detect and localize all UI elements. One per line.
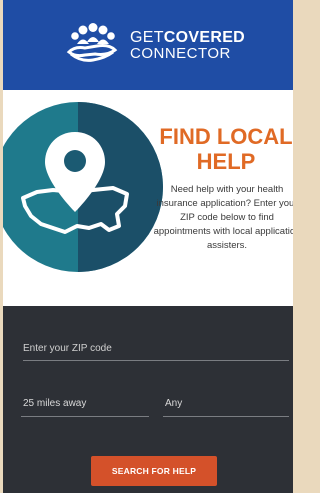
search-for-help-button[interactable]: SEARCH FOR HELP (91, 456, 217, 486)
logo-text-light: GET (130, 29, 164, 46)
logo-text-bold: COVERED (163, 29, 246, 46)
logo-wordmark-line2: CONNECTOR (130, 45, 231, 62)
page-title: FIND LOCAL HELP (159, 124, 293, 174)
zip-input[interactable] (23, 338, 289, 358)
map-pin-usa-icon (3, 102, 163, 272)
people-logo-icon (66, 23, 118, 62)
zip-field (23, 338, 289, 361)
header: GETCOVERED CONNECTOR (3, 0, 293, 90)
hero-description: Need help with your health insurance app… (153, 184, 293, 251)
assister-type-value: Any (165, 398, 183, 409)
widget-frame: GETCOVERED CONNECTOR FIND LOCAL HELP Nee… (3, 0, 293, 493)
distance-value: 25 miles away (23, 398, 87, 409)
assister-type-select[interactable]: Any (163, 394, 289, 417)
distance-select[interactable]: 25 miles away (21, 394, 149, 417)
search-form: 25 miles away Any SEARCH FOR HELP (3, 306, 293, 493)
logo: GETCOVERED CONNECTOR (63, 22, 253, 68)
